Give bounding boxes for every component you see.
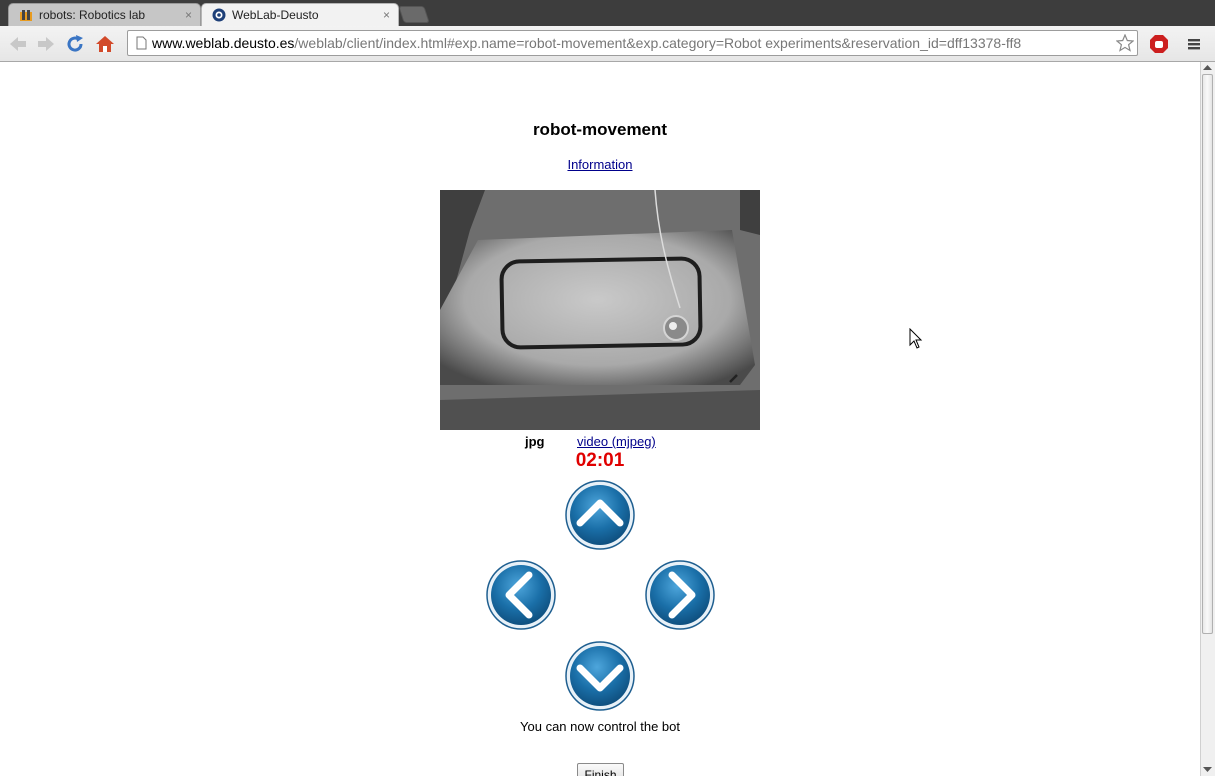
scroll-down-arrow-icon[interactable] bbox=[1203, 766, 1212, 773]
bookmark-star-icon[interactable] bbox=[1116, 34, 1134, 52]
move-right-button[interactable] bbox=[644, 559, 716, 631]
format-jpg-label: jpg bbox=[525, 434, 545, 449]
tab-weblab[interactable]: WebLab-Deusto × bbox=[201, 3, 399, 27]
experiment-title: robot-movement bbox=[532, 120, 668, 139]
browser-toolbar: www.weblab.deusto.es/weblab/client/index… bbox=[0, 26, 1215, 62]
forward-arrow-icon[interactable] bbox=[35, 33, 57, 55]
timer-display: 02:01 bbox=[575, 450, 625, 471]
vertical-scrollbar[interactable] bbox=[1200, 62, 1215, 776]
scroll-up-arrow-icon[interactable] bbox=[1203, 64, 1212, 71]
adblock-stop-icon[interactable] bbox=[1148, 33, 1170, 55]
weblab-icon bbox=[212, 8, 226, 22]
menu-icon[interactable] bbox=[1183, 33, 1205, 55]
moodle-folder-icon bbox=[20, 10, 32, 21]
new-tab-button[interactable] bbox=[398, 6, 430, 23]
format-video-link[interactable]: video (mjpeg) bbox=[577, 434, 656, 449]
page-content: robot-movement Information jpg video (mj… bbox=[0, 62, 1200, 776]
close-tab-icon[interactable]: × bbox=[383, 4, 390, 26]
tab-strip: robots: Robotics lab × WebLab-Deusto × bbox=[0, 0, 1215, 27]
close-tab-icon[interactable]: × bbox=[185, 4, 192, 26]
address-bar[interactable]: www.weblab.deusto.es/weblab/client/index… bbox=[127, 30, 1138, 56]
tab-robots[interactable]: robots: Robotics lab × bbox=[8, 3, 201, 26]
reload-icon[interactable] bbox=[64, 33, 86, 55]
robot-camera-image bbox=[440, 190, 760, 430]
scrollbar-thumb[interactable] bbox=[1202, 74, 1213, 634]
mouse-cursor-icon bbox=[909, 328, 923, 349]
tab-title: WebLab-Deusto bbox=[232, 8, 319, 22]
tab-title: robots: Robotics lab bbox=[39, 8, 146, 22]
information-link[interactable]: Information bbox=[0, 157, 1200, 172]
move-left-button[interactable] bbox=[485, 559, 557, 631]
finish-button[interactable]: Finish bbox=[577, 763, 624, 776]
home-icon[interactable] bbox=[94, 33, 116, 55]
move-down-button[interactable] bbox=[564, 640, 636, 712]
url-text: www.weblab.deusto.es/weblab/client/index… bbox=[152, 35, 1022, 51]
status-message: You can now control the bot bbox=[520, 719, 680, 734]
move-up-button[interactable] bbox=[564, 479, 636, 551]
page-icon bbox=[136, 36, 147, 50]
back-arrow-icon[interactable] bbox=[7, 33, 29, 55]
